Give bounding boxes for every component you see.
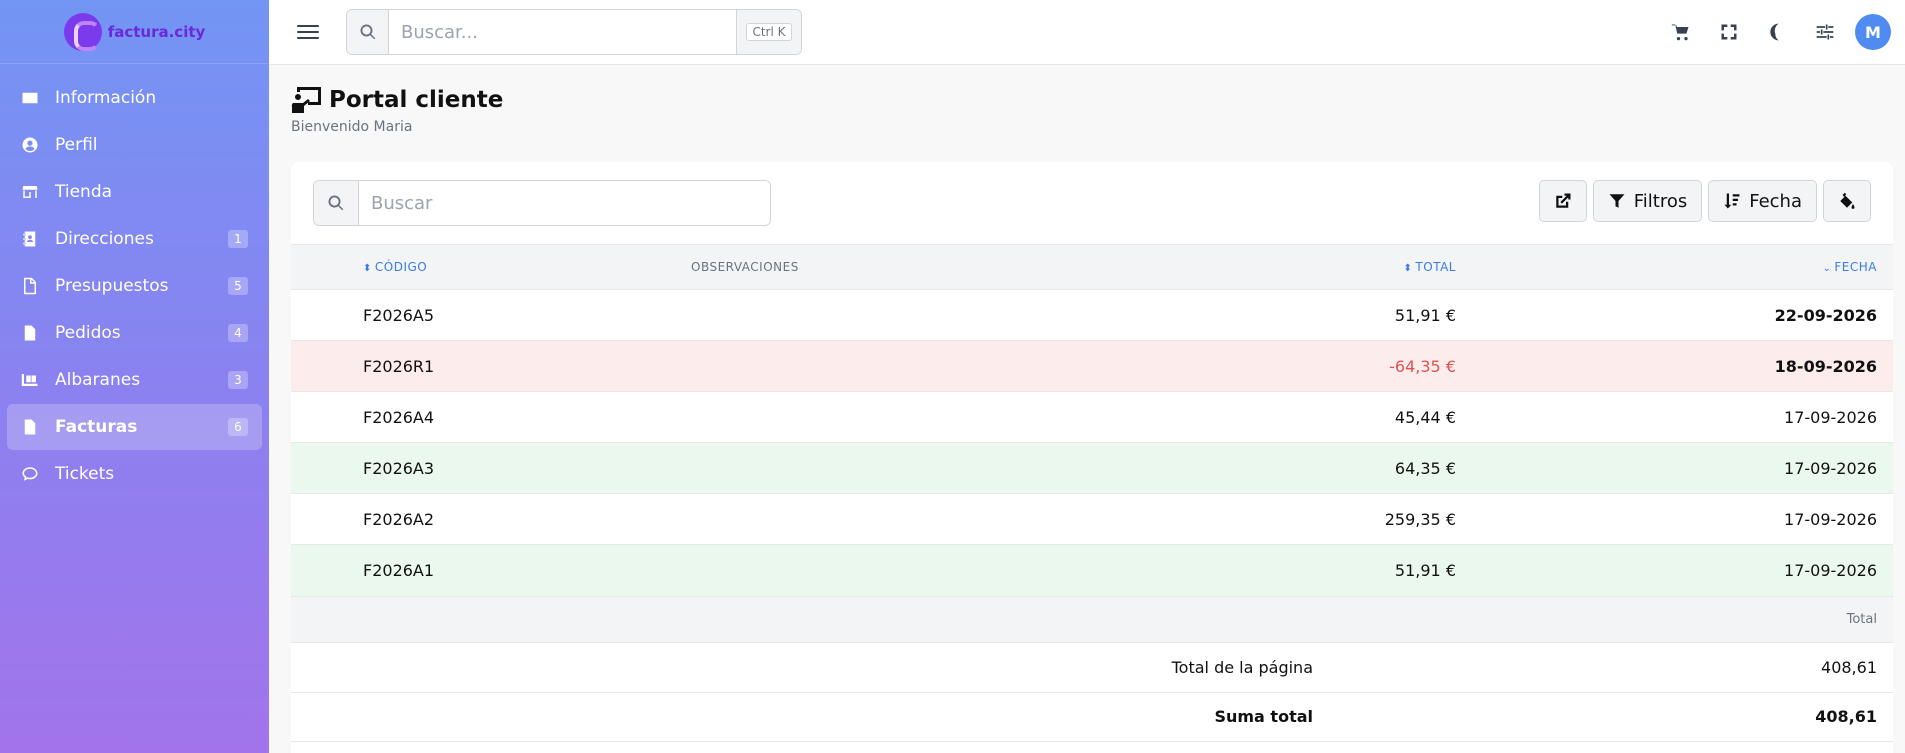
- toolbar-buttons: Filtros Fecha: [1538, 180, 1871, 222]
- sliders-icon[interactable]: [1801, 8, 1849, 56]
- sidebar-item-label: Albaranes: [55, 370, 141, 390]
- column-header-total[interactable]: ⬍ Total: [1211, 245, 1456, 290]
- store-icon: [21, 183, 39, 201]
- brand[interactable]: factura.city: [0, 0, 269, 64]
- column-header-code[interactable]: ⬍ Código: [291, 245, 691, 290]
- sidebar-item-facturas[interactable]: Facturas 6: [7, 404, 262, 450]
- sidebar-item-direcciones[interactable]: Direcciones 1: [7, 216, 262, 262]
- file-icon: [21, 277, 39, 295]
- fill-drip-icon: [1840, 192, 1855, 209]
- invoices-card: Filtros Fecha ⬍Código Observaciones ⬍Tot…: [291, 162, 1893, 753]
- global-search-input[interactable]: [389, 10, 736, 54]
- user-circle-icon: [21, 136, 39, 154]
- sidebar: factura.city Información Perfil Tienda D…: [0, 0, 269, 753]
- sidebar-item-pedidos[interactable]: Pedidos 4: [7, 310, 262, 356]
- table-row[interactable]: F2026A3 64,35 € 17-09-2026: [291, 442, 1893, 494]
- shortcut-hint: Ctrl K: [736, 10, 801, 54]
- avatar[interactable]: M: [1855, 14, 1891, 50]
- file-invoice-icon: [21, 324, 39, 342]
- sidebar-item-label: Pedidos: [55, 323, 121, 343]
- main-content: Portal cliente Bienvenido Maria Filtros …: [291, 65, 1893, 753]
- address-book-icon: [21, 230, 39, 248]
- sidebar-item-presupuestos[interactable]: Presupuestos 5: [7, 263, 262, 309]
- page-total-row: Total de la página 408,61: [291, 641, 1893, 692]
- sort-amount-down-icon: [1724, 193, 1740, 209]
- dolly-icon: [21, 371, 39, 389]
- grand-total-label: Suma total: [1214, 707, 1313, 726]
- list-search-input[interactable]: [359, 181, 770, 225]
- table-row[interactable]: F2026A4 45,44 € 17-09-2026: [291, 391, 1893, 443]
- logo-icon: [63, 12, 102, 51]
- external-link-icon: [1555, 193, 1571, 208]
- count-badge: 1: [228, 230, 248, 248]
- sidebar-item-label: Facturas: [55, 417, 138, 437]
- page-header: Portal cliente Bienvenido Maria: [291, 65, 1893, 162]
- comment-icon: [21, 465, 39, 483]
- grand-total-value: 408,61: [1815, 707, 1877, 726]
- topbar: Ctrl K M: [269, 0, 1905, 65]
- sort-desc-icon: ⌄: [1822, 263, 1832, 274]
- table-row[interactable]: F2026A2 259,35 € 17-09-2026: [291, 493, 1893, 545]
- global-search: Ctrl K: [346, 9, 802, 55]
- sort-button[interactable]: Fecha: [1708, 180, 1817, 222]
- sidebar-item-tickets[interactable]: Tickets: [7, 451, 262, 497]
- sidebar-item-label: Presupuestos: [55, 276, 169, 296]
- page-title: Portal cliente: [291, 87, 1893, 113]
- column-header-obs: Observaciones: [691, 260, 799, 274]
- page-total-label: Total de la página: [1171, 657, 1313, 677]
- cart-icon[interactable]: [1657, 8, 1705, 56]
- search-icon: [347, 10, 389, 54]
- moon-icon[interactable]: [1753, 8, 1801, 56]
- filters-button[interactable]: Filtros: [1592, 180, 1703, 222]
- table-header-row: ⬍ Código Observaciones ⬍ Total ⌄ Fecha: [291, 244, 1893, 290]
- table-row[interactable]: F2026A5 51,91 € 22-09-2026: [291, 289, 1893, 341]
- menu-icon[interactable]: [297, 21, 319, 43]
- export-button[interactable]: [1538, 180, 1587, 222]
- sidebar-item-label: Tickets: [55, 464, 115, 484]
- sidebar-item-informacion[interactable]: Información: [7, 75, 262, 121]
- sidebar-item-label: Tienda: [55, 182, 113, 202]
- search-icon: [314, 181, 359, 225]
- list-search: [313, 180, 771, 226]
- sidebar-item-label: Perfil: [55, 135, 98, 155]
- count-badge: 4: [228, 324, 248, 342]
- page-subtitle: Bienvenido Maria: [291, 119, 413, 135]
- table-row[interactable]: F2026R1 -64,35 € 18-09-2026: [291, 340, 1893, 392]
- filter-icon: [1609, 194, 1625, 208]
- sidebar-item-perfil[interactable]: Perfil: [7, 122, 262, 168]
- sidebar-item-tienda[interactable]: Tienda: [7, 169, 262, 215]
- invoices-table: ⬍ Código Observaciones ⬍ Total ⌄ Fecha F202…: [291, 244, 1893, 596]
- color-button[interactable]: [1823, 180, 1871, 222]
- count-badge: 5: [228, 277, 248, 295]
- summary-header: Total: [291, 595, 1893, 642]
- sort-icon: ⬍: [1403, 263, 1413, 274]
- table-row[interactable]: F2026A1 51,91 € 17-09-2026: [291, 544, 1893, 596]
- file-dollar-icon: [21, 418, 39, 436]
- list-toolbar: Filtros Fecha: [291, 162, 1893, 244]
- sort-icon: ⬍: [363, 263, 372, 274]
- count-badge: 3: [228, 371, 248, 389]
- count-badge: 6: [228, 418, 248, 436]
- sidebar-item-label: Direcciones: [55, 229, 154, 249]
- grand-total-row: Suma total 408,61: [291, 691, 1893, 742]
- column-header-date[interactable]: ⌄ Fecha: [1456, 245, 1893, 290]
- chalkboard-user-icon: [291, 87, 321, 113]
- fullscreen-icon[interactable]: [1705, 8, 1753, 56]
- page-total-value: 408,61: [1821, 657, 1877, 677]
- topbar-actions: M: [1657, 0, 1905, 64]
- brand-name: factura.city: [107, 22, 206, 41]
- sidebar-item-label: Información: [55, 88, 157, 108]
- sidebar-item-albaranes[interactable]: Albaranes 3: [7, 357, 262, 403]
- id-card-icon: [21, 89, 39, 107]
- sidebar-nav: Información Perfil Tienda Direcciones 1 …: [0, 64, 269, 497]
